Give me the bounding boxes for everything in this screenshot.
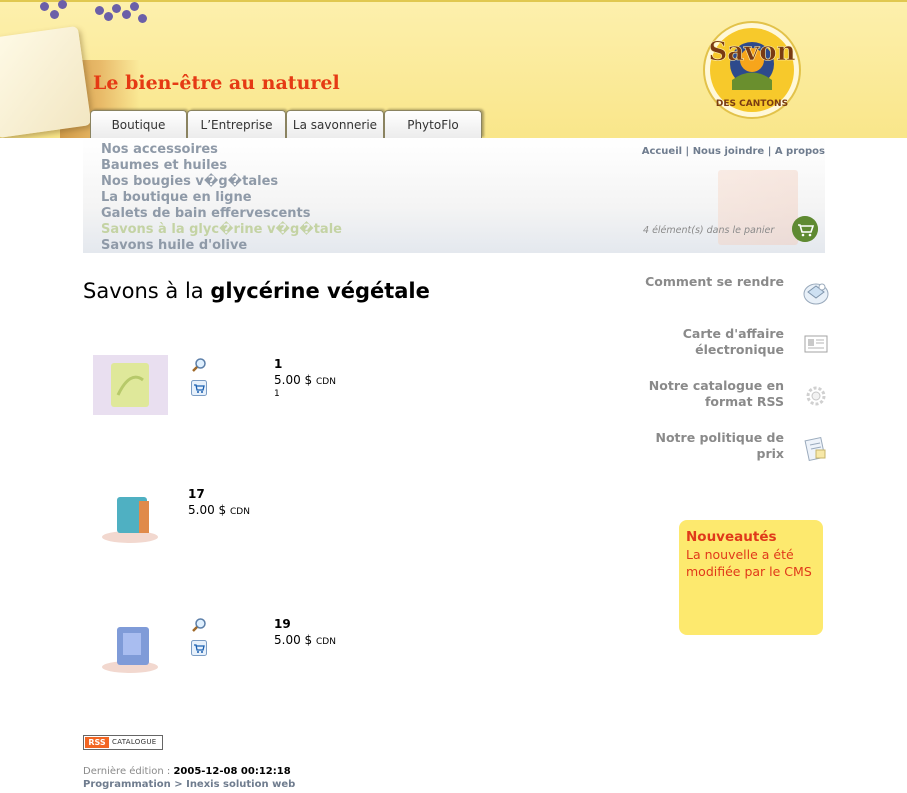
tab-phytoflo[interactable]: PhytoFlo xyxy=(384,110,482,138)
lavender-flower xyxy=(122,10,131,19)
title-bold: glycérine végétale xyxy=(210,279,430,303)
savon-des-cantons-logo[interactable]: Savon DES CANTONS xyxy=(700,20,805,120)
title-light: Savons à la xyxy=(83,279,204,303)
soap-bar-image xyxy=(0,25,92,138)
category-baumes-huiles[interactable]: Baumes et huiles xyxy=(101,158,342,174)
product-name[interactable]: 19 xyxy=(274,617,291,631)
lavender-flower xyxy=(50,10,59,19)
category-accessoires[interactable]: Nos accessoires xyxy=(101,142,342,158)
last-edit-value: 2005-12-08 00:12:18 xyxy=(173,766,291,777)
lavender-flower xyxy=(40,2,49,11)
product-price: 5.00 $ CDN xyxy=(274,633,336,647)
utility-links: Accueil | Nous joindre | A propos xyxy=(642,146,825,157)
politique-prix-link[interactable]: Notre politique de prix xyxy=(640,430,830,474)
svg-text:DES CANTONS: DES CANTONS xyxy=(716,99,788,109)
category-list: Nos accessoires Baumes et huiles Nos bou… xyxy=(101,142,342,254)
product-thumbnail[interactable] xyxy=(93,355,168,415)
map-icon xyxy=(803,283,829,305)
news-title: Nouveautés xyxy=(686,529,777,545)
product-item: 1 5.00 $ CDN 1 xyxy=(83,355,583,435)
product-item: 17 5.00 $ CDN xyxy=(83,485,583,565)
tab-savonnerie[interactable]: La savonnerie xyxy=(286,110,384,138)
lavender-flower xyxy=(130,2,139,11)
product-item: 19 5.00 $ CDN xyxy=(83,615,583,695)
site-tagline: Le bien-être au naturel xyxy=(93,72,340,94)
lavender-flower xyxy=(138,14,147,23)
tab-entreprise[interactable]: L’Entreprise xyxy=(187,110,286,138)
last-edit: Dernière édition : 2005-12-08 00:12:18 xyxy=(83,766,291,777)
price-currency: CDN xyxy=(316,377,336,387)
svg-text:Savon: Savon xyxy=(709,37,796,67)
site-header: Le bien-être au naturel Savon DES CANTON… xyxy=(0,0,907,138)
price-tag-icon xyxy=(804,436,826,462)
last-edit-label: Dernière édition : xyxy=(83,766,171,777)
catalogue-rss-link[interactable]: Notre catalogue en format RSS xyxy=(640,378,830,422)
zoom-magnifier-icon[interactable] xyxy=(191,617,207,633)
product-name[interactable]: 1 xyxy=(274,357,282,371)
price-amount: 5.00 $ xyxy=(188,503,227,517)
product-price: 5.00 $ CDN xyxy=(274,373,336,387)
category-savons-olive[interactable]: Savons huile d'olive xyxy=(101,238,342,254)
separator: | xyxy=(685,146,690,157)
add-to-cart-icon[interactable] xyxy=(191,640,207,656)
nous-joindre-link[interactable]: Nous joindre xyxy=(693,146,765,157)
product-quantity: 1 xyxy=(274,389,280,399)
comment-se-rendre-link[interactable]: Comment se rendre xyxy=(640,274,830,318)
accueil-link[interactable]: Accueil xyxy=(642,146,682,157)
rss-label: RSS xyxy=(85,737,109,748)
price-currency: CDN xyxy=(230,507,250,517)
add-to-cart-icon[interactable] xyxy=(191,380,207,396)
product-name[interactable]: 17 xyxy=(188,487,205,501)
cart-item-count: 4 élément(s) dans le panier xyxy=(643,225,775,236)
catalogue-label: CATALOGUE xyxy=(112,738,157,746)
news-body[interactable]: La nouvelle a été modifiée par le CMS xyxy=(686,546,816,580)
lavender-flower xyxy=(95,6,104,15)
side-link-label: Notre catalogue en format RSS xyxy=(648,378,784,409)
category-bougies[interactable]: Nos bougies v�g�tales xyxy=(101,174,342,190)
lavender-flower xyxy=(104,12,113,21)
price-amount: 5.00 $ xyxy=(274,633,313,647)
carte-affaire-link[interactable]: Carte d'affaire électronique xyxy=(640,326,830,370)
lavender-flower xyxy=(112,4,121,13)
rss-gear-icon xyxy=(806,386,826,406)
zoom-magnifier-icon[interactable] xyxy=(191,357,207,373)
lavender-flower xyxy=(58,0,67,9)
page-title: Savons à la glycérine végétale xyxy=(83,279,430,303)
price-currency: CDN xyxy=(316,637,336,647)
category-boutique-en-ligne[interactable]: La boutique en ligne xyxy=(101,190,342,206)
category-savons-glycerine[interactable]: Savons à la glyc�rine v�g�tale xyxy=(101,222,342,238)
side-link-label: Notre politique de prix xyxy=(655,430,785,461)
rss-catalogue-badge[interactable]: RSS CATALOGUE xyxy=(83,735,163,750)
side-link-label: Comment se rendre xyxy=(645,274,784,289)
tab-boutique[interactable]: Boutique xyxy=(90,110,187,138)
news-box: Nouveautés La nouvelle a été modifiée pa… xyxy=(679,520,823,635)
a-propos-link[interactable]: A propos xyxy=(775,146,825,157)
category-subnav: Nos accessoires Baumes et huiles Nos bou… xyxy=(83,138,825,253)
shopping-cart-icon[interactable] xyxy=(792,216,818,242)
category-galets-bain[interactable]: Galets de bain effervescents xyxy=(101,206,342,222)
product-price: 5.00 $ CDN xyxy=(188,503,250,517)
vcard-icon xyxy=(804,335,828,353)
side-link-label: Carte d'affaire électronique xyxy=(682,326,784,357)
product-thumbnail[interactable] xyxy=(93,615,168,675)
credits-link[interactable]: Programmation > Inexis solution web xyxy=(83,779,295,790)
price-amount: 5.00 $ xyxy=(274,373,313,387)
product-thumbnail[interactable] xyxy=(93,485,168,545)
separator: | xyxy=(767,146,772,157)
